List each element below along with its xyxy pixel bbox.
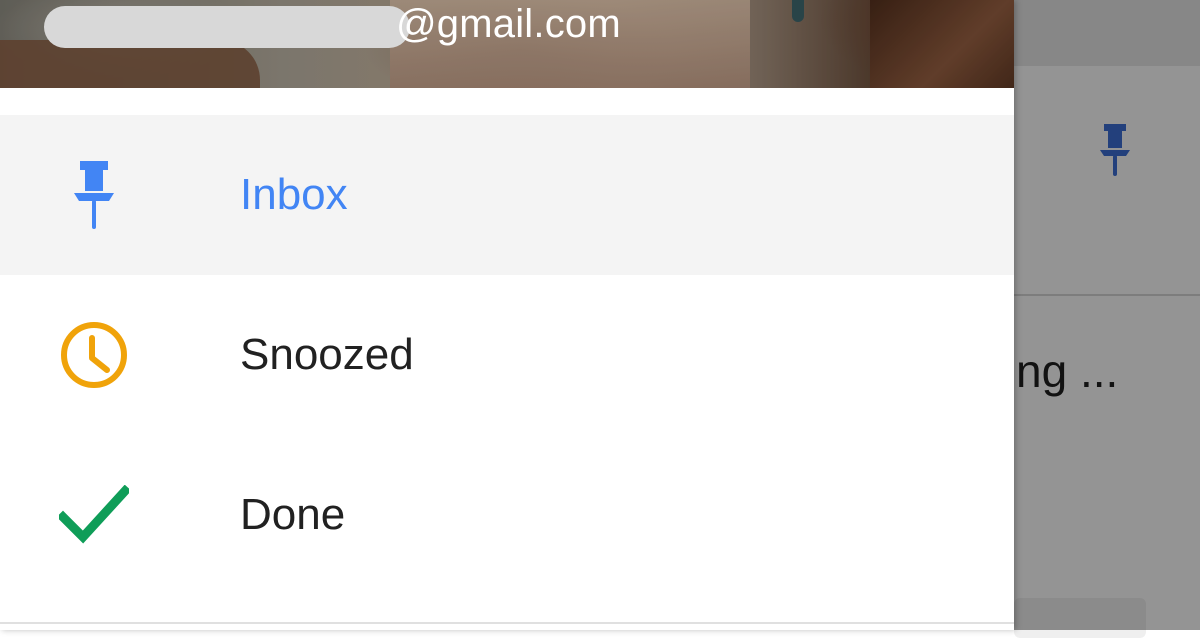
nav-item-done[interactable]: Done (0, 435, 1014, 595)
nav-item-inbox[interactable]: Inbox (0, 115, 1014, 275)
account-email: @gmail.com (396, 2, 621, 46)
nav-label-snoozed: Snoozed (240, 330, 414, 379)
pin-icon (56, 157, 132, 233)
redacted-email-part (44, 6, 410, 48)
checkmark-icon (56, 477, 132, 553)
nav-label-done: Done (240, 490, 346, 539)
navigation-drawer: @gmail.com Inbox Snoozed Done (0, 0, 1014, 630)
nav-item-snoozed[interactable]: Snoozed (0, 275, 1014, 435)
clock-icon (56, 317, 132, 393)
nav-label-inbox: Inbox (240, 170, 348, 219)
nav-list: Inbox Snoozed Done (0, 115, 1014, 595)
divider (0, 622, 1014, 624)
account-header[interactable]: @gmail.com (0, 0, 1014, 88)
